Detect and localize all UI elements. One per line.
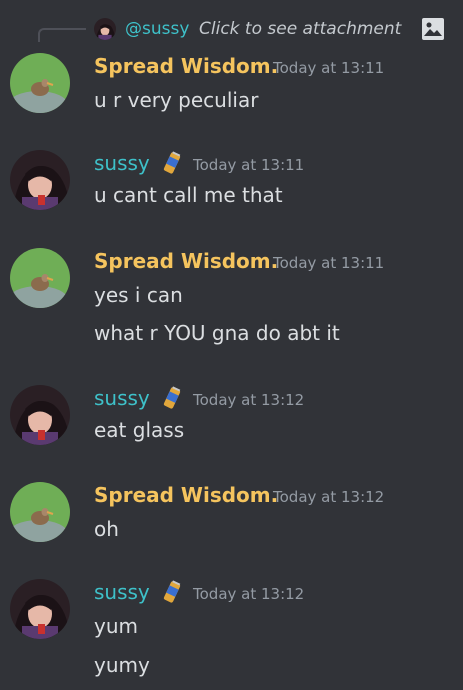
message-text: u r very peculiar xyxy=(94,88,259,112)
message: Spread Wisdom. Today at 13:12 oh xyxy=(0,482,463,552)
soda-can-icon xyxy=(163,151,181,174)
message-text: what r YOU gna do abt it xyxy=(94,321,340,345)
timestamp: Today at 13:11 xyxy=(193,156,305,174)
reply-preview[interactable]: @sussy Click to see attachment xyxy=(0,14,463,44)
message-text: oh xyxy=(94,517,119,541)
timestamp: Today at 13:12 xyxy=(193,585,305,603)
message-text: u cant call me that xyxy=(94,183,283,207)
avatar-spread-wisdom[interactable] xyxy=(10,482,70,542)
message: sussy Today at 13:11 u cant call me that xyxy=(0,150,463,220)
username[interactable]: sussy xyxy=(94,579,150,605)
avatar-sussy[interactable] xyxy=(10,579,70,639)
timestamp: Today at 13:11 xyxy=(273,59,385,77)
username[interactable]: sussy xyxy=(94,385,150,411)
timestamp: Today at 13:12 xyxy=(273,488,385,506)
avatar-spread-wisdom[interactable] xyxy=(10,248,70,308)
reply-text[interactable]: Click to see attachment xyxy=(199,18,401,40)
timestamp: Today at 13:12 xyxy=(193,391,305,409)
username[interactable]: Spread Wisdom. xyxy=(94,482,278,508)
reply-username[interactable]: @sussy xyxy=(125,18,189,40)
username[interactable]: sussy xyxy=(94,150,150,176)
message: sussy Today at 13:12 yum yumy xyxy=(0,579,463,684)
avatar-spread-wisdom[interactable] xyxy=(10,53,70,113)
image-icon[interactable] xyxy=(421,17,445,41)
soda-can-icon xyxy=(163,580,181,603)
avatar-sussy[interactable] xyxy=(10,150,70,210)
message-text: yes i can xyxy=(94,283,183,307)
message: Spread Wisdom. Today at 13:11 u r very p… xyxy=(0,53,463,123)
avatar-sussy[interactable] xyxy=(10,385,70,445)
message-text: yumy xyxy=(94,653,150,677)
username[interactable]: Spread Wisdom. xyxy=(94,248,278,274)
message: Spread Wisdom. Today at 13:11 yes i can … xyxy=(0,248,463,358)
avatar[interactable] xyxy=(94,18,116,40)
message: sussy Today at 13:12 eat glass xyxy=(0,385,463,455)
message-text: eat glass xyxy=(94,418,185,442)
timestamp: Today at 13:11 xyxy=(273,254,385,272)
reply-spine xyxy=(38,28,86,42)
soda-can-icon xyxy=(163,386,181,409)
message-text: yum xyxy=(94,614,138,638)
username[interactable]: Spread Wisdom. xyxy=(94,53,278,79)
